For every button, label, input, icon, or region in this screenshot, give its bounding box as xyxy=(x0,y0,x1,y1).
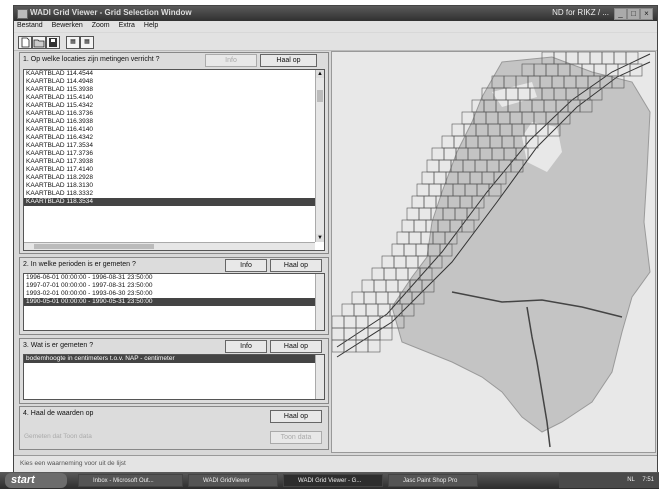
save-icon[interactable] xyxy=(46,36,60,49)
measurements-info-button[interactable]: Info xyxy=(225,340,267,353)
measurements-list[interactable]: bodemhoogte in centimeters t.o.v. NAP - … xyxy=(23,354,325,400)
save-glyph xyxy=(49,38,57,47)
locations-fetch-button[interactable]: Haal op xyxy=(260,54,317,67)
grid-tool-2-icon[interactable]: ▦ xyxy=(80,36,94,49)
minimize-button[interactable]: _ xyxy=(614,8,627,20)
fetch-values-title: 4. Haal de waarden op xyxy=(23,410,94,417)
maximize-button[interactable]: □ xyxy=(627,8,640,20)
list-item[interactable]: KAARTBLAD 116.4342 xyxy=(24,134,324,142)
list-item[interactable]: KAARTBLAD 118.3534 xyxy=(24,198,324,206)
fetch-values-panel: 4. Haal de waarden op Haal op Gemeten da… xyxy=(19,406,329,450)
start-button[interactable]: start xyxy=(5,473,67,488)
scroll-down-icon[interactable]: ▼ xyxy=(316,234,324,242)
list-item[interactable]: 1993-02-01 00:00:00 - 1993-06-30 23:50:0… xyxy=(24,290,324,298)
task-grid-viewer-window[interactable]: WADI Grid Viewer - G... xyxy=(283,474,383,487)
list-item[interactable]: KAARTBLAD 117.3534 xyxy=(24,142,324,150)
list-item[interactable]: KAARTBLAD 118.3332 xyxy=(24,190,324,198)
netherlands-map[interactable] xyxy=(332,52,655,452)
list-item[interactable]: bodemhoogte in centimeters t.o.v. NAP - … xyxy=(24,355,324,363)
taskbar: start Inbox - Microsoft Out... WADI Grid… xyxy=(0,472,659,489)
locations-list[interactable]: KAARTBLAD 114.4544 KAARTBLAD 114.4948 KAAR… xyxy=(23,69,325,251)
periods-info-button[interactable]: Info xyxy=(225,259,267,272)
locations-info-button[interactable]: Info xyxy=(205,54,257,67)
list-item[interactable]: KAARTBLAD 114.4948 xyxy=(24,78,324,86)
system-tray: NL 7:51 xyxy=(559,473,659,488)
task-grid-viewer[interactable]: WADI GridViewer xyxy=(188,474,278,487)
periods-panel: 2. In welke perioden is er gemeten ? Inf… xyxy=(19,257,329,335)
list-item[interactable]: 1996-06-01 00:00:00 - 1996-08-31 23:50:0… xyxy=(24,274,324,282)
task-paint-shop[interactable]: Jasc Paint Shop Pro xyxy=(388,474,478,487)
menu-bar: Bestand Bewerken Zoom Extra Help xyxy=(14,21,657,32)
tray-clock: 7:51 xyxy=(642,477,654,483)
periods-list[interactable]: 1996-06-01 00:00:00 - 1996-08-31 23:50:0… xyxy=(23,273,325,331)
list-item[interactable]: 1997-07-01 00:00:00 - 1997-08-31 23:50:0… xyxy=(24,282,324,290)
new-file-glyph xyxy=(21,37,30,48)
locations-title: 1. Op welke locaties zijn metingen verri… xyxy=(23,56,160,63)
measurements-fetch-button[interactable]: Haal op xyxy=(270,340,322,353)
list-item[interactable]: KAARTBLAD 115.3938 xyxy=(24,86,324,94)
menu-zoom[interactable]: Zoom xyxy=(89,21,114,29)
locations-panel: 1. Op welke locaties zijn metingen verri… xyxy=(19,52,329,254)
menu-extra[interactable]: Extra xyxy=(116,21,139,29)
locations-rows: KAARTBLAD 114.4544 KAARTBLAD 114.4948 KAAR… xyxy=(24,70,324,206)
list-item[interactable]: KAARTBLAD 116.3736 xyxy=(24,110,324,118)
locations-vscroll[interactable]: ▲ ▼ xyxy=(315,70,324,242)
list-item[interactable]: KAARTBLAD 117.3938 xyxy=(24,158,324,166)
list-item[interactable]: KAARTBLAD 118.3130 xyxy=(24,182,324,190)
periods-rows: 1996-06-01 00:00:00 - 1996-08-31 23:50:0… xyxy=(24,274,324,306)
periods-vscroll[interactable] xyxy=(315,274,324,330)
disabled-hint-text: Gemeten dat Toon data xyxy=(24,433,92,440)
fetch-values-button[interactable]: Haal op xyxy=(270,410,322,423)
list-item[interactable]: KAARTBLAD 116.4140 xyxy=(24,126,324,134)
list-item[interactable]: KAARTBLAD 118.2928 xyxy=(24,174,324,182)
toolbar: ▦ ▦ xyxy=(14,33,657,51)
list-item[interactable]: KAARTBLAD 115.4342 xyxy=(24,102,324,110)
menu-bestand[interactable]: Bestand xyxy=(14,21,47,29)
menu-help[interactable]: Help xyxy=(141,21,162,29)
app-icon[interactable] xyxy=(17,9,28,19)
open-folder-glyph xyxy=(33,39,45,48)
grid-tool-1-icon[interactable]: ▦ xyxy=(66,36,80,49)
new-file-icon[interactable] xyxy=(18,36,32,49)
show-data-button[interactable]: Toon data xyxy=(270,431,322,444)
task-outlook[interactable]: Inbox - Microsoft Out... xyxy=(78,474,183,487)
list-item[interactable]: KAARTBLAD 117.4140 xyxy=(24,166,324,174)
periods-fetch-button[interactable]: Haal op xyxy=(270,259,322,272)
close-button[interactable]: × xyxy=(640,8,653,20)
measurements-vscroll[interactable] xyxy=(315,355,324,399)
map-view[interactable] xyxy=(331,51,656,453)
window-title: WADI Grid Viewer - Grid Selection Window xyxy=(30,8,192,17)
list-item[interactable]: KAARTBLAD 114.4544 xyxy=(24,70,324,78)
measurements-title: 3. Wat is er gemeten ? xyxy=(23,342,94,349)
measurements-rows: bodemhoogte in centimeters t.o.v. NAP - … xyxy=(24,355,324,363)
list-item[interactable]: KAARTBLAD 117.3736 xyxy=(24,150,324,158)
menu-bewerken[interactable]: Bewerken xyxy=(49,21,87,29)
open-folder-icon[interactable] xyxy=(32,36,46,49)
list-item[interactable]: KAARTBLAD 115.4140 xyxy=(24,94,324,102)
status-bar: Kies een waarneming voor uit de lijst xyxy=(14,455,657,472)
title-bar[interactable]: WADI Grid Viewer - Grid Selection Window… xyxy=(14,6,657,21)
window-title-right: ND for RIKZ / ... xyxy=(552,8,609,17)
locations-hscroll[interactable] xyxy=(24,242,315,250)
measurements-panel: 3. Wat is er gemeten ? Info Haal op bode… xyxy=(19,338,329,404)
list-item[interactable]: 1990-05-01 00:00:00 - 1990-05-31 23:50:0… xyxy=(24,298,324,306)
main-window: WADI Grid Viewer - Grid Selection Window… xyxy=(13,5,658,473)
tray-lang[interactable]: NL xyxy=(627,477,634,483)
status-text: Kies een waarneming voor uit de lijst xyxy=(20,460,126,467)
hscroll-thumb[interactable] xyxy=(34,244,154,249)
list-item[interactable]: KAARTBLAD 116.3938 xyxy=(24,118,324,126)
scroll-up-icon[interactable]: ▲ xyxy=(316,70,324,78)
periods-title: 2. In welke perioden is er gemeten ? xyxy=(23,261,136,268)
scroll-thumb[interactable] xyxy=(317,90,323,102)
